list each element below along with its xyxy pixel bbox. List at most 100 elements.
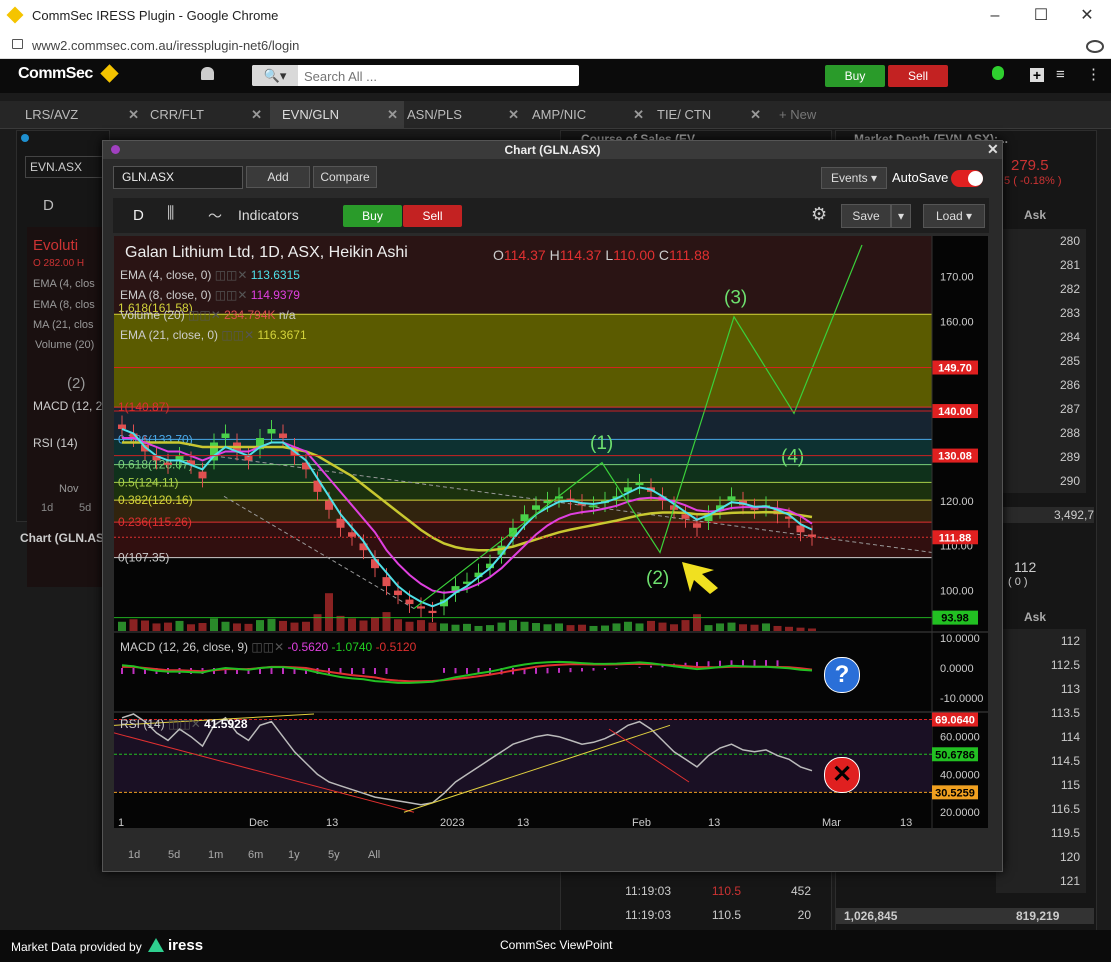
close-tab-icon[interactable]: ✕ [387,101,398,128]
top-buy-button[interactable]: Buy [825,65,885,87]
close-tab-icon[interactable]: ✕ [508,101,519,128]
chart-svg[interactable]: 1.618(161.58)1(140.87)0.786(133.70)0.618… [113,236,988,829]
range-button-all[interactable]: All [368,849,380,861]
tab-amp-nic[interactable]: AMP/NIC ✕ [532,101,650,128]
symbol-field[interactable]: GLN.ASX [113,166,243,189]
compare-button[interactable]: Compare [313,166,377,188]
ask-price[interactable]: 121 [996,869,1086,893]
search-input[interactable] [302,67,576,85]
close-chart-icon[interactable]: ✕ [987,141,999,158]
ask-price[interactable]: 115 [996,773,1086,797]
ask-price[interactable]: 112.5 [996,653,1086,677]
address-bar[interactable]: www2.commsec.com.au/iressplugin-net6/log… [0,32,1111,59]
rsi-tag-label: 50.6786 [935,749,975,761]
legend-ema8[interactable]: EMA (8, close, 0) ◫◫✕ 114.9379 [120,288,300,302]
ask-price[interactable]: 285 [996,349,1086,373]
add-panel-icon[interactable]: + [1030,68,1044,82]
ask-price[interactable]: 119.5 [996,821,1086,845]
range-button-1m[interactable]: 1m [208,849,223,861]
bg-symbol-field[interactable]: EVN.ASX [25,156,107,178]
search-scope-button[interactable]: 🔍▾ [252,65,298,86]
candle-type-icon[interactable]: ⫼ [167,205,174,223]
new-tab-button[interactable]: + New [779,101,839,128]
ask-price[interactable]: 280 [996,229,1086,253]
chart-plot[interactable]: 1.618(161.58) 1(140.87) 0.786(133.70) 0.618… [113,236,988,829]
events-dropdown[interactable]: Events ▾ [821,167,887,189]
ask-price[interactable]: 114.5 [996,749,1086,773]
tab-tie-ctn[interactable]: TIE/ CTN ✕ [657,101,767,128]
menu-icon[interactable]: ≡ [1056,67,1071,82]
close-tab-icon[interactable]: ✕ [750,101,761,128]
chart-buy-button[interactable]: Buy [343,205,402,227]
load-dropdown[interactable]: Load ▾ [923,204,985,228]
close-circle-icon[interactable]: ✕ [824,757,860,793]
url-text[interactable]: www2.commsec.com.au/iressplugin-net6/log… [32,38,299,53]
bg-interval[interactable]: D [43,197,54,214]
ask-price[interactable]: 282 [996,277,1086,301]
ask-price[interactable]: 281 [996,253,1086,277]
settings-gear-icon[interactable]: ⚙ [811,204,827,225]
eye-icon[interactable] [1086,40,1104,53]
ask-price[interactable]: 283 [996,301,1086,325]
range-button-5y[interactable]: 5y [328,849,340,861]
top-sell-button[interactable]: Sell [888,65,948,87]
bg-legend-macd: MACD (12, 2 [33,399,103,413]
search-box[interactable]: 🔍▾ [252,65,579,86]
bg-range-1d[interactable]: 1d [41,502,53,514]
range-button-1d[interactable]: 1d [128,849,140,861]
range-button-1y[interactable]: 1y [288,849,300,861]
maximize-button[interactable]: ☐ [1019,4,1063,28]
ask-price[interactable]: 288 [996,421,1086,445]
tab-crr-flt[interactable]: CRR/FLT ✕ [150,101,268,128]
legend-volume[interactable]: Volume (20) ◫◫✕ 234.794K n/a [120,308,296,322]
ask-price[interactable]: 284 [996,325,1086,349]
ask-price[interactable]: 286 [996,373,1086,397]
ask-price[interactable]: 287 [996,397,1086,421]
bg-legend-title: Evoluti [33,237,79,254]
indicators-button[interactable]: Indicators [238,207,299,223]
range-button-6m[interactable]: 6m [248,849,263,861]
volume-bar [532,623,540,631]
ask-price[interactable]: 113 [996,677,1086,701]
ask-price[interactable]: 112 [996,629,1086,653]
close-window-button[interactable]: ✕ [1065,4,1109,28]
status-bulb-icon[interactable] [992,66,1004,80]
ask-price[interactable]: 114 [996,725,1086,749]
macd-histogram-bar [753,660,756,667]
ask-price[interactable]: 113.5 [996,701,1086,725]
macd-legend[interactable]: MACD (12, 26, close, 9) ◫◫✕ -0.5620 -1.0… [120,640,416,654]
tab-asn-pls[interactable]: ASN/PLS ✕ [407,101,525,128]
minimize-button[interactable]: – [973,4,1017,28]
ask-price[interactable]: 120 [996,845,1086,869]
save-dropdown-icon[interactable]: ▾ [891,204,911,228]
add-button[interactable]: Add [246,166,310,188]
tab-lrs-avz[interactable]: LRS/AVZ ✕ [25,101,145,128]
ask-price[interactable]: 289 [996,445,1086,469]
close-tab-icon[interactable]: ✕ [251,101,262,128]
help-icon[interactable]: ? [824,657,860,693]
wave-label: (3) [724,287,747,308]
legend-ema21[interactable]: EMA (21, close, 0) ◫◫✕ 116.3671 [120,328,307,342]
wave-label: (2) [646,568,669,589]
app-top-bar: CommSec 🔍▾ Buy Sell + ≡ ⋮ [0,59,1111,93]
interval-selector[interactable]: D [133,207,144,224]
rsi-tick: 40.0000 [940,769,980,781]
volume-bar [175,620,184,631]
bell-icon[interactable] [201,67,214,80]
close-tab-icon[interactable]: ✕ [633,101,644,128]
macd-name: MACD (12, 26, close, 9) [120,640,249,654]
rsi-legend[interactable]: RSI (14) ◫◫✕ 41.5928 [120,717,248,731]
ask-price[interactable]: 290 [996,469,1086,493]
bg-range-5d[interactable]: 5d [79,502,91,514]
close-tab-icon[interactable]: ✕ [128,101,139,128]
save-button[interactable]: Save [841,204,891,228]
depth-total: 3,492,7 [996,507,1094,523]
tab-evn-gln[interactable]: EVN/GLN ✕ [270,101,404,128]
range-button-5d[interactable]: 5d [168,849,180,861]
ask-price[interactable]: 116.5 [996,797,1086,821]
chart-sell-button[interactable]: Sell [403,205,462,227]
autosave-toggle[interactable] [951,170,983,187]
chart-window-title[interactable]: Chart (GLN.ASX) [103,141,1002,159]
more-icon[interactable]: ⋮ [1086,67,1101,82]
legend-ema4[interactable]: EMA (4, close, 0) ◫◫✕ 113.6315 [120,268,300,282]
